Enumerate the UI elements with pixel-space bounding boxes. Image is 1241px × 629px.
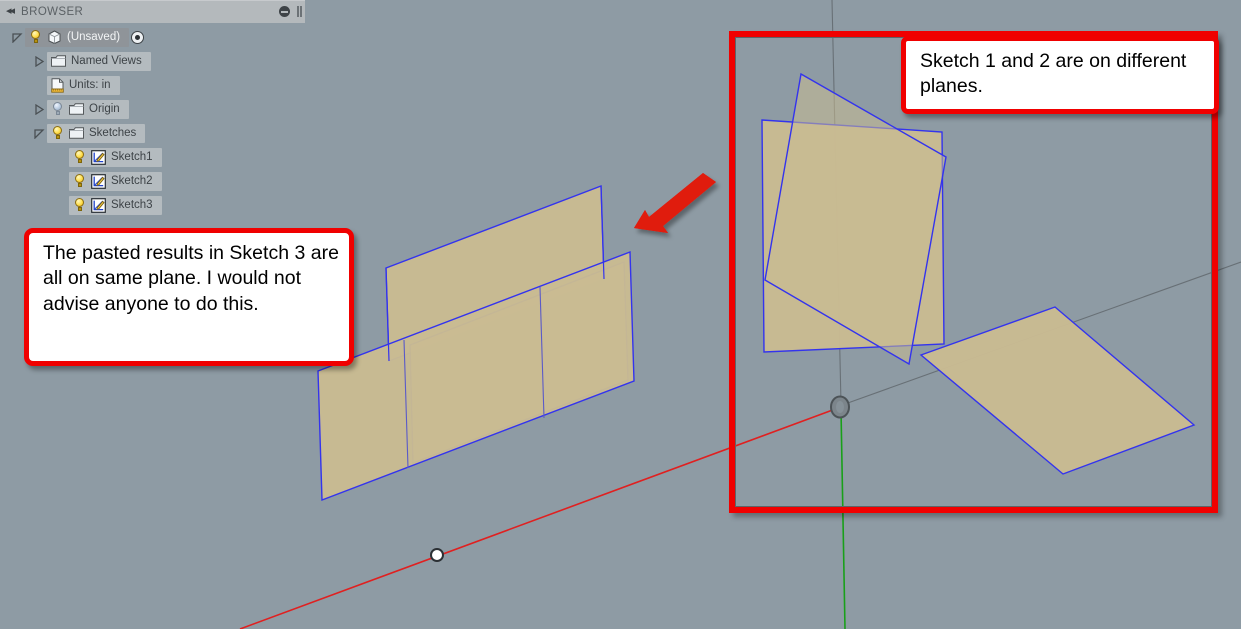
folder-icon <box>51 55 66 67</box>
tree-item-label: Sketch3 <box>111 199 153 211</box>
lightbulb-icon[interactable] <box>73 198 86 212</box>
tree-row-body[interactable]: Units: in <box>47 75 120 95</box>
red-pointer-arrow <box>634 173 716 233</box>
lightbulb-icon[interactable] <box>51 102 64 116</box>
double-chevron-left-icon[interactable]: ◂◂ <box>6 6 15 17</box>
target-dot-icon[interactable] <box>131 30 145 44</box>
sketch-icon <box>91 197 106 213</box>
units-document-icon <box>51 77 64 93</box>
tree-item-label: Named Views <box>71 55 142 67</box>
callout-left: The pasted results in Sketch 3 are all o… <box>24 228 354 366</box>
application-window: The pasted results in Sketch 3 are all o… <box>0 0 1241 629</box>
sketch-icon <box>91 173 106 189</box>
lightbulb-icon[interactable] <box>73 174 86 188</box>
tree-item-label: Sketch1 <box>111 151 153 163</box>
tree-item-origin[interactable]: Origin <box>0 97 305 121</box>
tree-item-label: Origin <box>89 103 120 115</box>
panel-grip-icon[interactable] <box>297 6 299 17</box>
browser-tree: (Unsaved) Named Views Units: in Origin Sketc… <box>0 25 305 217</box>
twisty-collapsed-icon[interactable] <box>32 97 47 121</box>
twisty-expanded-icon[interactable] <box>10 25 25 49</box>
tree-row-body[interactable]: Sketches <box>47 123 146 143</box>
tree-item-named-views[interactable]: Named Views <box>0 49 305 73</box>
browser-panel-title: BROWSER <box>21 5 84 18</box>
minus-circle-icon[interactable] <box>279 6 290 17</box>
document-cube-icon <box>48 30 61 44</box>
tree-row-body[interactable]: Sketch3 <box>69 195 162 215</box>
tree-item-label: Units: in <box>69 79 111 91</box>
lightbulb-icon[interactable] <box>73 150 86 164</box>
white-vertex-point-icon <box>430 548 444 562</box>
lightbulb-icon[interactable] <box>29 30 42 44</box>
twisty-collapsed-icon[interactable] <box>32 49 47 73</box>
tree-row-body[interactable]: Named Views <box>47 51 151 71</box>
browser-panel-header: ◂◂ BROWSER <box>0 0 305 23</box>
tree-item-label: (Unsaved) <box>67 31 121 43</box>
tree-item-sketch1[interactable]: Sketch1 <box>0 145 305 169</box>
tree-item-sketches[interactable]: Sketches <box>0 121 305 145</box>
sketch-icon <box>91 149 106 165</box>
twisty-expanded-icon[interactable] <box>32 121 47 145</box>
tree-item-unsaved-document[interactable]: (Unsaved) <box>0 25 305 49</box>
tree-row-body[interactable]: Sketch1 <box>69 147 162 167</box>
tree-item-sketch2[interactable]: Sketch2 <box>0 169 305 193</box>
folder-icon <box>69 127 84 139</box>
callout-right: Sketch 1 and 2 are on different planes. <box>901 36 1219 114</box>
tree-item-label: Sketches <box>89 127 137 139</box>
sketch3-coplanar-geometry[interactable] <box>317 184 635 502</box>
tree-row-body[interactable]: Sketch2 <box>69 171 162 191</box>
lightbulb-icon[interactable] <box>51 126 64 140</box>
tree-item-units[interactable]: Units: in <box>0 73 305 97</box>
tree-row-body[interactable]: (Unsaved) <box>25 27 130 47</box>
folder-icon <box>69 103 84 115</box>
tree-item-sketch3[interactable]: Sketch3 <box>0 193 305 217</box>
tree-row-body[interactable]: Origin <box>47 99 129 119</box>
tree-item-label: Sketch2 <box>111 175 153 187</box>
